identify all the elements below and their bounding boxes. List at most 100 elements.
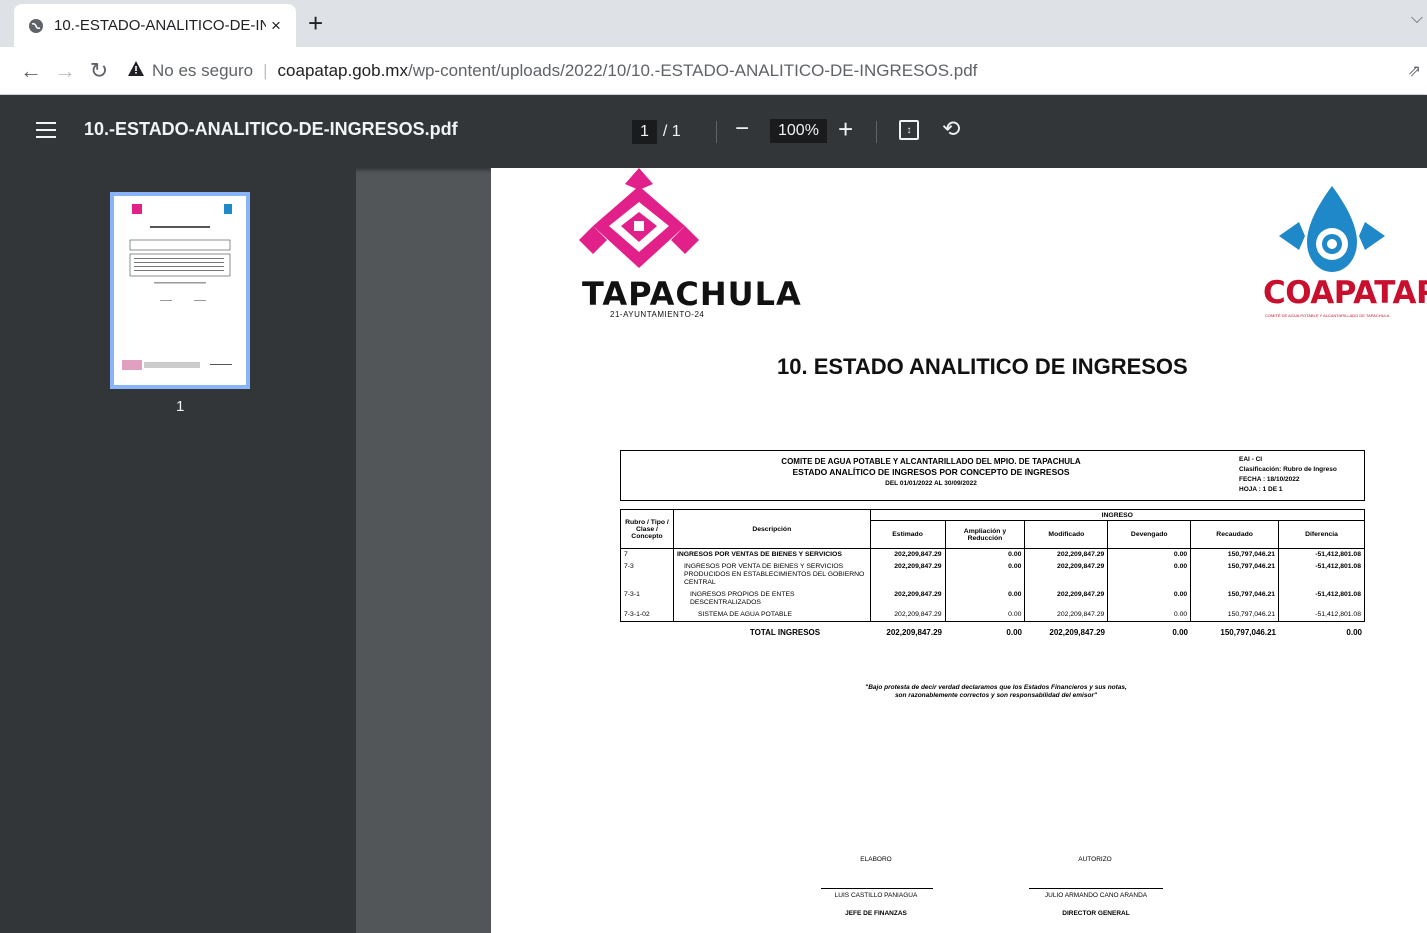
zoom-out-button[interactable]: − xyxy=(735,115,749,143)
row-diferencia: -51,412,801.08 xyxy=(1278,548,1365,561)
meta-date: FECHA : 18/10/2022 xyxy=(1239,476,1300,483)
row-devengado: 0.00 xyxy=(1107,589,1192,609)
row-ampliacion: 0.00 xyxy=(944,561,1026,589)
total-estimado: 202,209,847.29 xyxy=(886,628,942,637)
table-row: 7-3 INGRESOS POR VENTA DE BIENES Y SERVI… xyxy=(620,561,1365,589)
page-selector: 1 / 1 xyxy=(632,119,681,145)
declaration: "Bajo protesta de decir verdad declaramo… xyxy=(821,684,1171,700)
row-estimado: 202,209,847.29 xyxy=(869,589,946,609)
header-modificado: Modificado xyxy=(1024,520,1109,549)
close-tab-icon[interactable]: × xyxy=(266,16,286,36)
signature-line xyxy=(821,888,933,889)
row-ampliacion: 0.00 xyxy=(944,548,1026,561)
header-diferencia: Diferencia xyxy=(1278,520,1365,549)
income-report: COMITE DE AGUA POTABLE Y ALCANTARILLADO … xyxy=(620,450,1366,637)
row-ampliacion: 0.00 xyxy=(944,589,1026,609)
row-diferencia: -51,412,801.08 xyxy=(1278,589,1365,609)
total-modificado: 202,209,847.29 xyxy=(1049,628,1105,637)
header-devengado: Devengado xyxy=(1107,520,1192,549)
report-header: COMITE DE AGUA POTABLE Y ALCANTARILLADO … xyxy=(620,450,1365,501)
row-modificado: 202,209,847.29 xyxy=(1024,561,1109,589)
total-row: TOTAL INGRESOS 202,209,847.29 0.00 202,2… xyxy=(620,628,1365,637)
warning-icon[interactable] xyxy=(128,60,144,81)
row-estimado: 202,209,847.29 xyxy=(869,609,946,622)
coapatap-logo xyxy=(1279,186,1385,272)
globe-icon xyxy=(28,18,44,34)
meta-classification: Clasificación: Rubro de Ingreso xyxy=(1239,466,1337,473)
tab-strip: 10.-ESTADO-ANALITICO-DE-INGRI × + ⌵ xyxy=(0,0,1427,47)
total-label: TOTAL INGRESOS xyxy=(749,628,821,637)
signer1-role: JEFE DE FINANZAS xyxy=(845,910,907,917)
tapachula-wordmark: TAPACHULA xyxy=(582,275,802,313)
header-estimado: Estimado xyxy=(869,520,946,549)
header-ingreso: INGRESO xyxy=(869,509,1366,521)
row-diferencia: -51,412,801.08 xyxy=(1278,609,1365,622)
row-recaudado: 150,797,046.21 xyxy=(1190,548,1280,561)
meta-code: EAI - CI xyxy=(1239,456,1263,463)
report-entity-block: COMITE DE AGUA POTABLE Y ALCANTARILLADO … xyxy=(621,456,1241,489)
row-devengado: 0.00 xyxy=(1107,548,1192,561)
report-period: DEL 01/01/2022 AL 30/09/2022 xyxy=(885,480,977,487)
header-recaudado: Recaudado xyxy=(1190,520,1280,549)
report-name: ESTADO ANALÍTICO DE INGRESOS POR CONCEPT… xyxy=(792,467,1070,477)
rotate-icon[interactable]: ⟲ xyxy=(942,116,960,142)
total-devengado: 0.00 xyxy=(1172,628,1188,637)
tab-search-icon[interactable]: ⌵ xyxy=(1411,10,1423,28)
browser-tab[interactable]: 10.-ESTADO-ANALITICO-DE-INGRI × xyxy=(14,4,296,47)
row-recaudado: 150,797,046.21 xyxy=(1190,609,1280,622)
total-diferencia: 0.00 xyxy=(1346,628,1362,637)
income-table: Rubro / Tipo / Clase / Concepto Descripc… xyxy=(620,509,1366,622)
fit-page-icon[interactable]: ↕ xyxy=(899,120,919,140)
share-icon[interactable]: ⇗ xyxy=(1408,61,1421,81)
row-code: 7-3-1-02 xyxy=(620,609,674,622)
signer2-name: JULIO ARMANDO CANO ARANDA xyxy=(1044,892,1148,899)
elaboro-label: ELABORO xyxy=(860,856,892,863)
row-recaudado: 150,797,046.21 xyxy=(1190,561,1280,589)
row-modificado: 202,209,847.29 xyxy=(1024,548,1109,561)
zoom-in-button[interactable]: + xyxy=(838,114,853,145)
security-label[interactable]: No es seguro xyxy=(152,61,253,81)
header-ampliacion: Ampliación y Reducción xyxy=(944,520,1026,549)
report-meta: EAI - CI Clasificación: Rubro de Ingreso… xyxy=(1239,455,1337,495)
browser-toolbar: ← → ↻ No es seguro | coapatap.gob.mx/wp-… xyxy=(0,47,1427,95)
thumbnail-sidebar: 1 xyxy=(0,168,356,933)
row-ampliacion: 0.00 xyxy=(944,609,1026,622)
page-total: / 1 xyxy=(662,123,681,140)
row-devengado: 0.00 xyxy=(1107,609,1192,622)
url-path: /wp-content/uploads/2022/10/10.-ESTADO-A… xyxy=(407,60,978,80)
new-tab-button[interactable]: + xyxy=(308,10,323,36)
signer1-name: LUIS CASTILLO PANIAGUA xyxy=(834,892,918,899)
table-row: 7-3-1-02 SISTEMA DE AGUA POTABLE 202,209… xyxy=(620,609,1365,622)
row-description: INGRESOS POR VENTAS DE BIENES Y SERVICIO… xyxy=(672,548,871,561)
meta-page: HOJA : 1 DE 1 xyxy=(1239,486,1283,493)
document-title: 10. ESTADO ANALITICO DE INGRESOS xyxy=(777,354,1188,379)
row-estimado: 202,209,847.29 xyxy=(869,548,946,561)
menu-icon[interactable] xyxy=(36,122,56,138)
coapatap-subtitle: COMITÉ DE AGUA POTABLE Y ALCANTARILLADO … xyxy=(1265,313,1390,318)
tab-title: 10.-ESTADO-ANALITICO-DE-INGRI xyxy=(54,17,266,34)
reload-icon[interactable]: ↻ xyxy=(82,58,116,84)
pdf-filename: 10.-ESTADO-ANALITICO-DE-INGRESOS.pdf xyxy=(84,119,458,139)
autorizo-label: AUTORIZO xyxy=(1078,856,1112,863)
row-description: SISTEMA DE AGUA POTABLE xyxy=(672,609,871,622)
row-modificado: 202,209,847.29 xyxy=(1024,609,1109,622)
forward-arrow-icon[interactable]: → xyxy=(48,58,82,84)
zoom-level-input[interactable]: 100% xyxy=(770,119,827,143)
signer2-role: DIRECTOR GENERAL xyxy=(1062,910,1130,917)
url-separator: | xyxy=(263,60,268,80)
total-ampliacion: 0.00 xyxy=(1006,628,1022,637)
row-description: INGRESOS PROPIOS DE ENTES DESCENTRALIZAD… xyxy=(672,589,871,609)
row-code: 7 xyxy=(620,548,674,561)
signature-line xyxy=(1029,888,1163,889)
back-arrow-icon[interactable]: ← xyxy=(14,58,48,84)
row-code: 7-3 xyxy=(620,561,674,589)
declaration-line-1: "Bajo protesta de decir verdad declaramo… xyxy=(865,684,1127,691)
row-description: INGRESOS POR VENTA DE BIENES Y SERVICIOS… xyxy=(672,561,871,589)
address-bar[interactable]: No es seguro | coapatap.gob.mx/wp-conten… xyxy=(128,60,978,81)
table-row: 7-3-1 INGRESOS PROPIOS DE ENTES DESCENTR… xyxy=(620,589,1365,609)
toolbar-divider xyxy=(876,121,877,143)
url-host: coapatap.gob.mx xyxy=(277,60,408,80)
page-number-input[interactable]: 1 xyxy=(632,120,657,144)
page-thumbnail[interactable] xyxy=(110,192,250,389)
header-description: Descripción xyxy=(672,509,871,549)
